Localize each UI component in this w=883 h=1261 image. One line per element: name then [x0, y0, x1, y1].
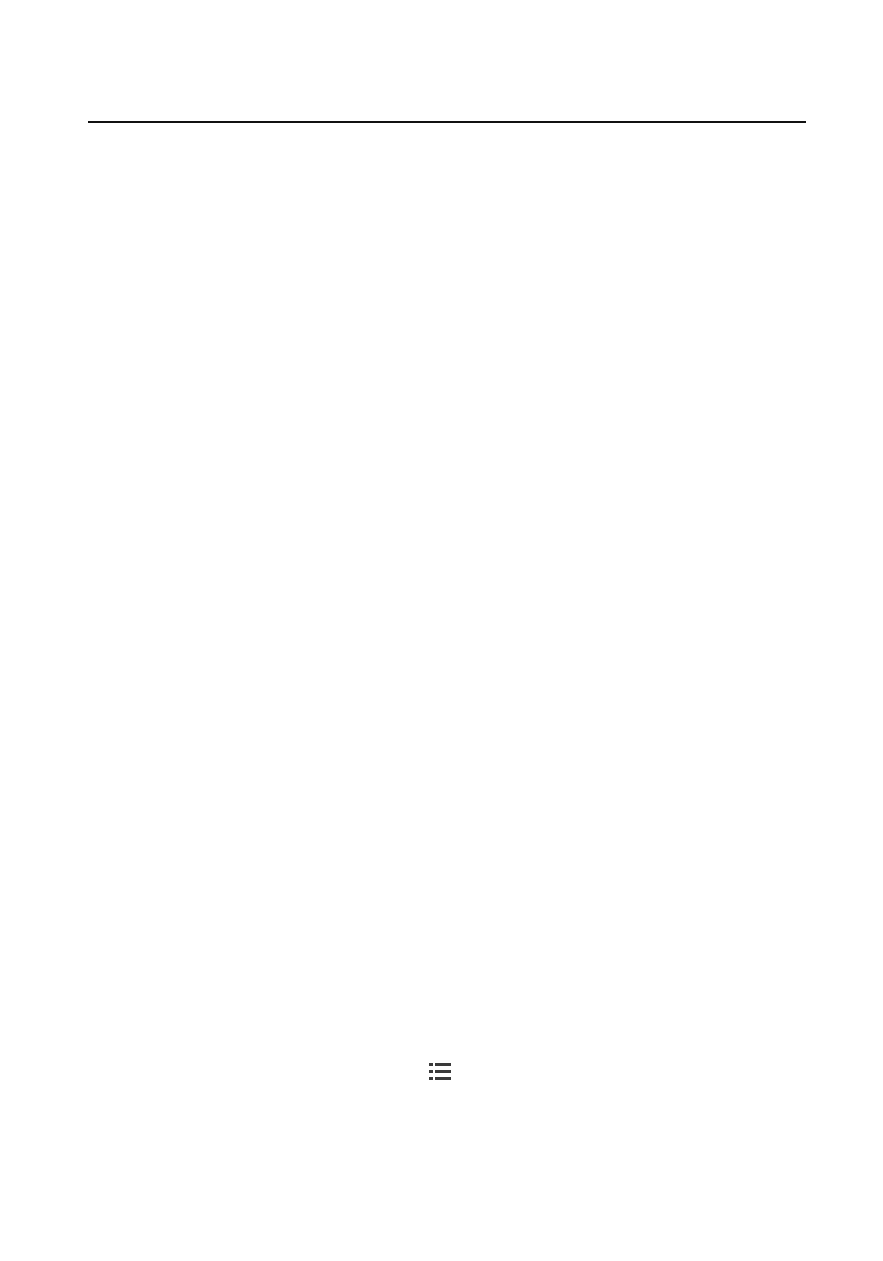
- list-line-3-icon: [435, 1077, 451, 1080]
- list-line-1-icon: [435, 1063, 451, 1066]
- list-bullet-2-icon: [429, 1070, 433, 1073]
- list-line-2-icon: [435, 1070, 451, 1073]
- document-page: [0, 0, 883, 1261]
- page-content-area: [88, 130, 806, 1030]
- list-bullet-1-icon: [429, 1063, 433, 1066]
- header-rule: [88, 121, 806, 123]
- list-bullet-3-icon: [429, 1077, 433, 1080]
- list-icon: [428, 1061, 452, 1083]
